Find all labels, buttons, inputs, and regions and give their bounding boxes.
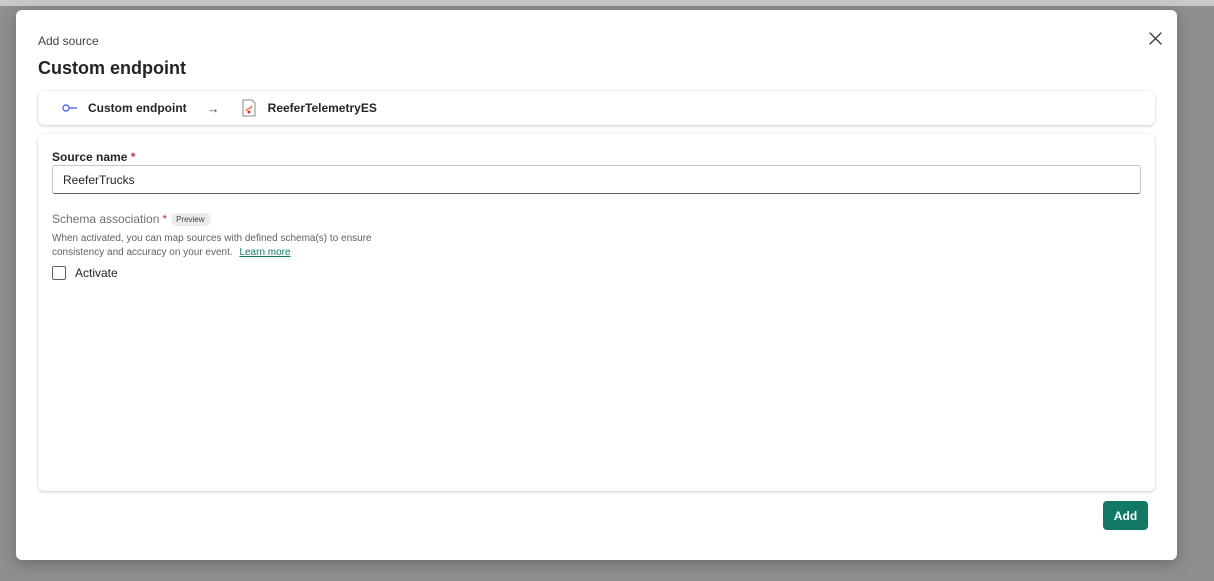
schema-description: When activated, you can map sources with…	[52, 232, 412, 260]
flow-source-label: Custom endpoint	[88, 101, 187, 115]
flow-destination-label: ReeferTelemetryES	[267, 101, 377, 115]
close-button[interactable]	[1145, 28, 1165, 48]
preview-badge: Preview	[171, 212, 211, 226]
source-name-label-text: Source name	[52, 150, 128, 164]
required-marker: *	[162, 212, 168, 226]
schema-association-label: Schema association * Preview	[52, 212, 211, 226]
source-name-input[interactable]	[52, 165, 1141, 194]
schema-description-text: When activated, you can map sources with…	[52, 233, 372, 258]
activate-checkbox-row[interactable]: Activate	[52, 266, 118, 280]
activate-checkbox[interactable]	[52, 266, 66, 280]
add-source-dialog: Add source Custom endpoint Custom endpoi…	[16, 10, 1177, 560]
source-flow-breadcrumb: Custom endpoint → ReeferTelemetryES	[38, 91, 1155, 125]
background-strip	[0, 0, 1214, 6]
custom-endpoint-icon	[62, 104, 77, 112]
dialog-title: Custom endpoint	[38, 58, 186, 78]
learn-more-link[interactable]: Learn more	[239, 247, 290, 258]
add-button[interactable]: Add	[1103, 501, 1148, 530]
dialog-subtitle: Add source	[38, 34, 99, 48]
eventstream-icon	[242, 99, 256, 117]
source-config-panel: Source name * Schema association * Previ…	[38, 134, 1155, 491]
flow-arrow-icon: →	[206, 100, 220, 116]
required-marker: *	[130, 150, 136, 164]
source-name-label: Source name *	[52, 150, 135, 164]
activate-checkbox-label: Activate	[75, 266, 118, 280]
schema-association-label-text: Schema association	[52, 212, 160, 226]
close-icon	[1148, 31, 1162, 45]
